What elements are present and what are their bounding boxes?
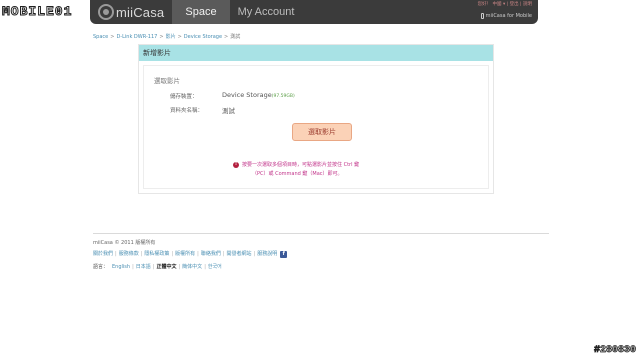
footer-link-copyright[interactable]: 版權所有: [175, 249, 195, 259]
footer-link-terms[interactable]: 服務條款: [119, 249, 139, 259]
breadcrumb-separator: >: [159, 34, 164, 40]
tab-my-account[interactable]: My Account: [236, 0, 296, 24]
user-links[interactable]: 您好！ 中國 ▾ | 登出 | 說明: [468, 1, 532, 9]
language-japanese[interactable]: 日本語: [136, 261, 151, 273]
footer-link-contact[interactable]: 聯絡我們: [201, 249, 221, 259]
facebook-icon[interactable]: f: [280, 250, 288, 258]
footer-link-separator: |: [115, 251, 117, 257]
mobile-link-label: miiCasa for Mobile: [485, 13, 532, 19]
footer-link-separator: |: [171, 251, 174, 257]
footer-link-separator: |: [197, 251, 199, 257]
add-video-panel: 新增影片 選取影片 儲存裝置： Device Storage(97.59GB) …: [138, 44, 494, 194]
miicasa-logo[interactable]: miiCasa: [90, 0, 172, 24]
footer-link-separator: |: [140, 251, 143, 257]
footer: miiCasa © 2011 版權所有 關於我們 | 服務條款 | 隱私權政策 | 版…: [93, 239, 549, 273]
language-separator: |: [178, 264, 181, 270]
language-simplified-chinese[interactable]: 簡体中文: [182, 261, 202, 273]
language-selector: 語言： English | 日本語 | 正體中文 | 簡体中文 | 한국어: [93, 261, 549, 273]
footer-link-separator: |: [222, 251, 225, 257]
panel-title: 新增影片: [139, 45, 493, 61]
mobile-phone-icon: [480, 13, 484, 19]
language-english[interactable]: English: [112, 261, 130, 273]
user-menu: 您好！ 中國 ▾ | 登出 | 說明 miiCasa for Mobile: [468, 1, 532, 23]
language-korean[interactable]: 한국어: [208, 261, 222, 273]
language-separator: |: [152, 264, 155, 270]
multi-select-notice: ! 按要一次選取多個項目時，可點選影片並按住 Ctrl 鍵 （PC）或 Comm…: [233, 161, 402, 179]
folder-label: 資料夾名稱：: [170, 108, 204, 114]
storage-size: (97.59GB): [271, 94, 295, 99]
breadcrumb-separator: >: [110, 34, 115, 40]
notice-line-1: 按要一次選取多個項目時，可點選影片並按住 Ctrl 鍵: [242, 162, 360, 168]
section-title: 選取影片: [154, 77, 180, 85]
footer-link-separator: |: [253, 251, 256, 257]
copyright: miiCasa © 2011 版權所有: [93, 240, 156, 246]
storage-value: Device Storage(97.59GB): [222, 91, 295, 99]
breadcrumb-separator: >: [224, 34, 229, 40]
footer-link-privacy[interactable]: 隱私權政策: [144, 249, 169, 259]
breadcrumb-videos[interactable]: 影片: [166, 34, 176, 40]
language-separator: |: [204, 264, 206, 270]
storage-name: Device Storage: [222, 91, 272, 99]
breadcrumb: Space > D-Link DWR-117 > 影片 > Device Storage > 測…: [93, 33, 240, 40]
breadcrumb-space[interactable]: Space: [93, 34, 108, 40]
breadcrumb-device[interactable]: D-Link DWR-117: [116, 34, 157, 40]
footer-link-help[interactable]: 服務說明: [257, 249, 277, 259]
language-traditional-chinese[interactable]: 正體中文: [156, 261, 176, 273]
folder-value: 測試: [222, 107, 235, 115]
mobile-link[interactable]: miiCasa for Mobile: [468, 11, 532, 21]
breadcrumb-storage[interactable]: Device Storage: [184, 34, 222, 40]
alert-icon: !: [233, 162, 239, 168]
footer-link-about[interactable]: 關於我們: [93, 249, 113, 259]
storage-label: 儲存裝置：: [170, 94, 198, 100]
logo-mark-icon: [98, 4, 114, 20]
panel-body: 選取影片 儲存裝置： Device Storage(97.59GB) 資料夾名稱…: [143, 65, 489, 189]
logo-text: miiCasa: [116, 5, 165, 20]
watermark-id: #280830: [593, 345, 637, 357]
breadcrumb-separator: >: [177, 34, 182, 40]
language-label: 語言：: [93, 264, 109, 270]
footer-link-developers[interactable]: 開發者網站: [227, 249, 252, 259]
breadcrumb-folder: 測試: [230, 34, 241, 40]
footer-links: 關於我們 | 服務條款 | 隱私權政策 | 版權所有 | 聯絡我們 | 開發者網站 | 服務…: [93, 249, 549, 259]
notice-line-2: （PC）或 Command 鍵（Mac）即可。: [252, 171, 343, 177]
select-video-button[interactable]: 選取影片: [292, 123, 352, 141]
watermark-text: MOBILE01: [1, 4, 73, 20]
footer-divider: [93, 233, 549, 234]
language-separator: |: [132, 264, 134, 270]
tab-space[interactable]: Space: [172, 0, 230, 24]
top-navigation-bar: miiCasa Space My Account 您好！ 中國 ▾ | 登出 |…: [90, 0, 538, 24]
